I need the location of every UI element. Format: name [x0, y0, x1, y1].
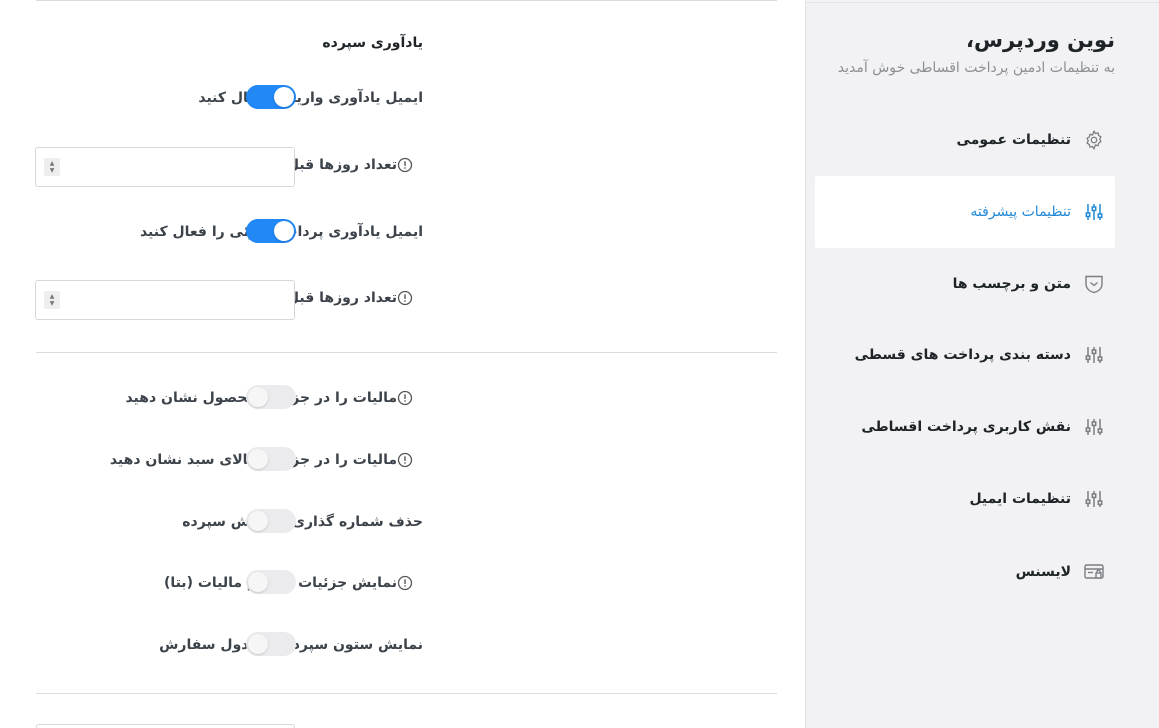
number-spinner[interactable]: ▲ ▼: [44, 158, 60, 176]
divider: [806, 2, 1159, 3]
toggle-knob: [274, 87, 294, 107]
tax-split-details-toggle[interactable]: [246, 570, 296, 594]
shield-icon: [1083, 273, 1105, 295]
sliders-icon: [1083, 344, 1105, 366]
sidebar-item-advanced-settings[interactable]: تنظیمات پیشرفته: [815, 176, 1115, 248]
toggle-knob: [248, 572, 268, 592]
sliders-icon: [1083, 201, 1105, 223]
settings-sidebar: نوین وردپرس، به تنظیمات ادمین پرداخت اقس…: [805, 0, 1159, 728]
sidebar-item-installment-categories[interactable]: دسته بندی پرداخت های قسطی: [815, 319, 1115, 391]
brand-title: نوین وردپرس،: [966, 28, 1115, 52]
nav-label: لایسنس: [1015, 564, 1071, 580]
sidebar-item-text-labels[interactable]: متن و برچسب ها: [815, 248, 1115, 320]
days-before-due-input[interactable]: ▲ ▼: [35, 147, 295, 187]
remove-deposit-numbering-toggle[interactable]: [246, 509, 296, 533]
sidebar-item-email-settings[interactable]: تنظیمات ایمیل: [815, 463, 1115, 535]
deposit-reminder-email-toggle[interactable]: [246, 85, 296, 109]
days-before-reminder-input[interactable]: ▲ ▼: [35, 280, 295, 320]
toggle-knob: [274, 221, 294, 241]
toggle-knob: [248, 449, 268, 469]
toggle-knob: [248, 511, 268, 531]
nav-label: تنظیمات عمومی: [956, 132, 1071, 148]
deposit-column-toggle[interactable]: [246, 632, 296, 656]
nav-label: تنظیمات ایمیل: [969, 491, 1071, 507]
license-icon: [1083, 561, 1105, 583]
brand-subtitle: به تنظیمات ادمین پرداخت اقساطی خوش آمدید: [837, 60, 1115, 76]
sidebar-item-user-roles[interactable]: نقش کاربری پرداخت اقساطی: [815, 391, 1115, 463]
settings-panel: یادآوری سپرده ایمیل یادآوری واریز را فعا…: [0, 0, 805, 728]
sidebar-item-general-settings[interactable]: تنظیمات عمومی: [815, 104, 1115, 176]
tax-cart-details-toggle[interactable]: [246, 447, 296, 471]
remove-deposit-numbering-label: حذف شماره گذاری سفارش سپرده: [182, 514, 423, 530]
nav-label: تنظیمات پیشرفته: [970, 204, 1071, 220]
partial-payment-email-toggle[interactable]: [246, 219, 296, 243]
setting-label: ایمیل یادآوری واریز را فعال کنید: [198, 90, 423, 106]
divider: [36, 0, 777, 1]
info-icon[interactable]: [397, 290, 413, 306]
number-spinner[interactable]: ▲ ▼: [44, 291, 60, 309]
nav-label: نقش کاربری پرداخت اقساطی: [861, 419, 1071, 435]
info-icon[interactable]: [397, 575, 413, 591]
nav-label: دسته بندی پرداخت های قسطی: [854, 347, 1071, 363]
divider: [36, 693, 777, 694]
info-icon[interactable]: [397, 390, 413, 406]
info-icon[interactable]: [397, 157, 413, 173]
sliders-icon: [1083, 416, 1105, 438]
divider: [36, 352, 777, 353]
toggle-knob: [248, 634, 268, 654]
nav-label: متن و برچسب ها: [952, 276, 1071, 292]
sidebar-item-license[interactable]: لایسنس: [815, 536, 1115, 608]
next-field-input[interactable]: [36, 724, 295, 728]
toggle-knob: [248, 387, 268, 407]
deposit-reminder-email-label: ایمیل یادآوری واریز را فعال کنید: [198, 90, 423, 106]
sliders-icon: [1083, 488, 1105, 510]
setting-label: حذف شماره گذاری سفارش سپرده: [182, 514, 423, 530]
gear-icon: [1083, 129, 1105, 151]
tax-product-details-toggle[interactable]: [246, 385, 296, 409]
section-title: یادآوری سپرده: [322, 35, 423, 51]
info-icon[interactable]: [397, 452, 413, 468]
